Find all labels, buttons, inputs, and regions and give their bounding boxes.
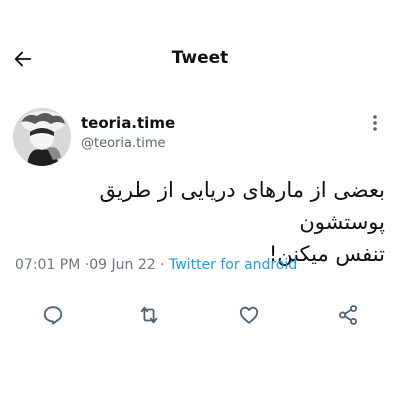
display-name[interactable]: teoria.time bbox=[81, 114, 175, 132]
like-button[interactable] bbox=[232, 298, 266, 332]
tweet-author: teoria.time @teoria.time bbox=[0, 100, 400, 170]
top-bar: Tweet bbox=[0, 0, 400, 100]
heart-icon bbox=[239, 306, 259, 324]
meta-separator: · bbox=[160, 257, 165, 273]
tweet-text: بعضی از مارهای دریایی از طریق پوستشون تن… bbox=[14, 174, 385, 270]
share-icon bbox=[339, 305, 357, 325]
reply-icon bbox=[43, 306, 63, 325]
tweet-text-line: بعضی از مارهای دریایی از طریق پوستشون bbox=[99, 178, 385, 234]
more-vertical-icon bbox=[373, 115, 377, 131]
profile-avatar bbox=[13, 108, 71, 166]
avatar[interactable] bbox=[13, 108, 71, 166]
tweet-time: 07:01 PM bbox=[15, 257, 81, 273]
retweet-button[interactable] bbox=[132, 298, 166, 332]
tweet-source-link[interactable]: Twitter for android bbox=[169, 257, 297, 273]
more-options-button[interactable] bbox=[364, 112, 386, 134]
tweet-actions bbox=[0, 298, 400, 332]
tweet-date: 09 Jun 22 bbox=[89, 257, 156, 273]
user-handle[interactable]: @teoria.time bbox=[81, 136, 165, 151]
tweet-metadata: 07:01 PM ·09 Jun 22 · Twitter for androi… bbox=[15, 257, 297, 273]
share-button[interactable] bbox=[331, 298, 365, 332]
retweet-icon bbox=[140, 306, 158, 324]
reply-button[interactable] bbox=[36, 298, 70, 332]
page-title: Tweet bbox=[171, 48, 229, 68]
